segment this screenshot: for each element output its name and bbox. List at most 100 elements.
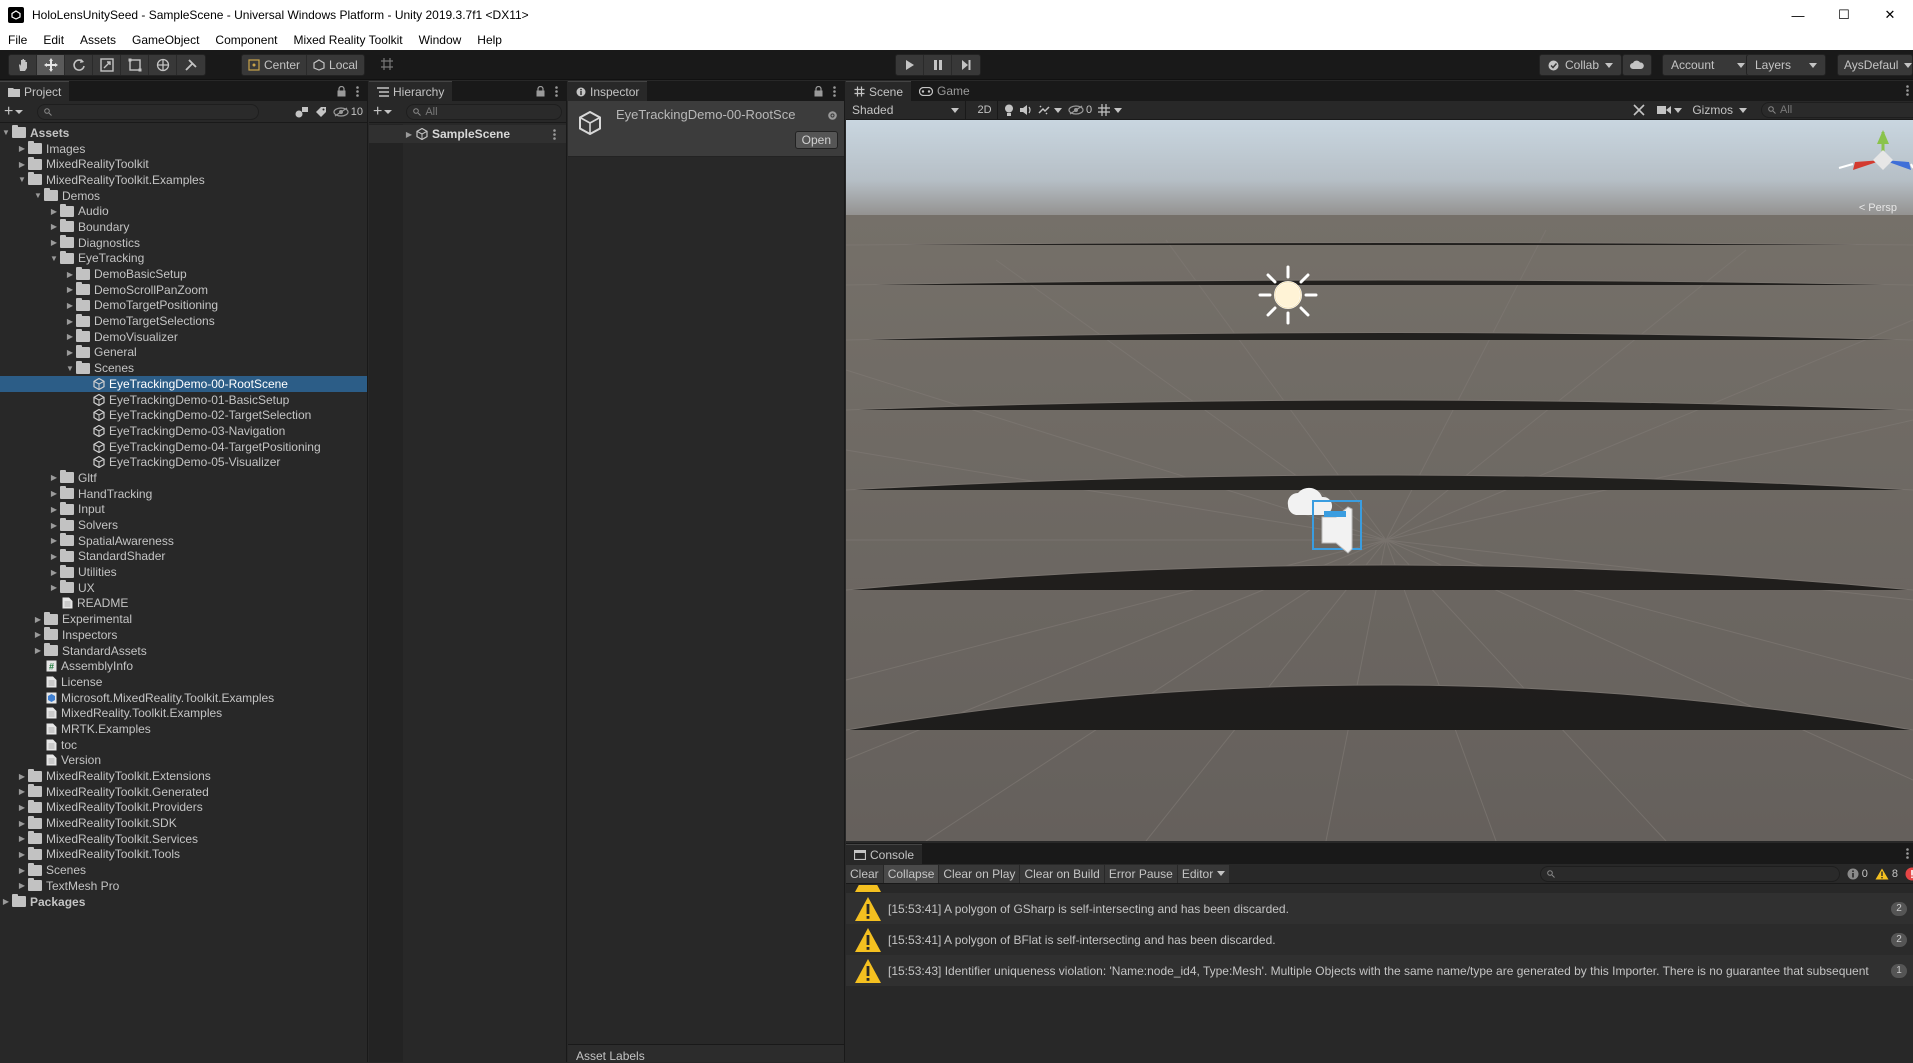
expand-arrow-icon[interactable]: ▶ xyxy=(16,799,28,815)
expand-arrow-icon[interactable]: ▶ xyxy=(0,894,12,910)
shading-mode-dropdown[interactable]: Shaded xyxy=(846,101,966,120)
open-button[interactable]: Open xyxy=(795,131,838,149)
lock-icon[interactable] xyxy=(337,86,346,97)
tree-asset-item[interactable]: EyeTrackingDemo-00-RootScene xyxy=(0,376,367,392)
tree-folder-item[interactable]: ▶HandTracking xyxy=(0,486,367,502)
expand-arrow-icon[interactable]: ▶ xyxy=(16,846,28,862)
scale-tool-button[interactable] xyxy=(93,55,121,75)
filter-by-type-icon[interactable] xyxy=(295,106,309,118)
expand-arrow-icon[interactable]: ▶ xyxy=(48,501,60,517)
kebab-menu-icon[interactable] xyxy=(356,86,359,97)
tree-asset-item[interactable]: MRTK.Examples xyxy=(0,721,367,737)
tree-asset-item[interactable]: #AssemblyInfo xyxy=(0,658,367,674)
tree-asset-item[interactable]: License xyxy=(0,674,367,690)
expand-arrow-icon[interactable]: ▶ xyxy=(32,627,44,643)
custom-tool-button[interactable] xyxy=(177,55,205,75)
expand-arrow-icon[interactable]: ▶ xyxy=(16,768,28,784)
editor-dropdown[interactable]: Editor xyxy=(1178,865,1229,883)
layers-dropdown[interactable]: Layers xyxy=(1746,54,1826,76)
menu-file[interactable]: File xyxy=(0,30,35,50)
expand-arrow-icon[interactable]: ▶ xyxy=(48,486,60,502)
scene-viewport[interactable]: < Persp xyxy=(846,120,1913,841)
expand-arrow-icon[interactable]: ▶ xyxy=(48,548,60,564)
tree-folder-item[interactable]: ▶General xyxy=(0,345,367,361)
grid-snap-button[interactable] xyxy=(373,54,401,74)
tree-folder-item[interactable]: ▶Solvers xyxy=(0,517,367,533)
tree-folder-item[interactable]: ▶MixedRealityToolkit.Tools xyxy=(0,847,367,863)
2d-toggle[interactable]: 2D xyxy=(972,101,998,120)
tree-asset-item[interactable]: README xyxy=(0,596,367,612)
info-filter-toggle[interactable]: 0 xyxy=(1847,868,1868,880)
collapse-arrow-icon[interactable]: ▼ xyxy=(64,360,76,376)
tree-folder-item[interactable]: ▶MixedRealityToolkit.Providers xyxy=(0,800,367,816)
expand-arrow-icon[interactable]: ▶ xyxy=(48,564,60,580)
tree-asset-item[interactable]: EyeTrackingDemo-03-Navigation xyxy=(0,423,367,439)
clear-button[interactable]: Clear xyxy=(846,865,883,883)
tree-folder-item[interactable]: ▶StandardAssets xyxy=(0,643,367,659)
expand-arrow-icon[interactable]: ▶ xyxy=(64,329,76,345)
tree-folder-item[interactable]: ▶DemoTargetPositioning xyxy=(0,298,367,314)
rect-tool-button[interactable] xyxy=(121,55,149,75)
scene-search-input[interactable]: All xyxy=(1761,102,1913,118)
cloud-button[interactable] xyxy=(1622,54,1652,76)
tree-folder-item[interactable]: ▶MixedRealityToolkit.Extensions xyxy=(0,768,367,784)
tree-folder-item[interactable]: ▼Scenes xyxy=(0,360,367,376)
menu-edit[interactable]: Edit xyxy=(35,30,72,50)
tree-folder-item[interactable]: ▶MixedRealityToolkit xyxy=(0,156,367,172)
expand-arrow-icon[interactable]: ▶ xyxy=(48,533,60,549)
tree-folder-item[interactable]: ▼MixedRealityToolkit.Examples xyxy=(0,172,367,188)
tree-folder-item[interactable]: ▶MixedRealityToolkit.Services xyxy=(0,831,367,847)
clear-on-play-toggle[interactable]: Clear on Play xyxy=(939,865,1019,883)
collab-dropdown[interactable]: Collab xyxy=(1539,54,1622,76)
hierarchy-create-button[interactable]: + xyxy=(373,103,392,121)
minimize-button[interactable]: — xyxy=(1775,0,1821,30)
tree-folder-item[interactable]: ▶Packages xyxy=(0,894,367,910)
tree-folder-item[interactable]: ▶Input xyxy=(0,502,367,518)
account-dropdown[interactable]: Account xyxy=(1662,54,1754,76)
transform-tool-button[interactable] xyxy=(149,55,177,75)
expand-arrow-icon[interactable]: ▶ xyxy=(16,784,28,800)
console-message-row[interactable]: [15:53:41] A polygon of BFlat is self-in… xyxy=(846,924,1913,955)
project-search-input[interactable] xyxy=(37,104,259,120)
kebab-menu-icon[interactable] xyxy=(555,86,558,97)
tree-asset-item[interactable]: EyeTrackingDemo-01-BasicSetup xyxy=(0,392,367,408)
expand-arrow-icon[interactable]: ▶ xyxy=(64,344,76,360)
expand-arrow-icon[interactable]: ▶ xyxy=(16,815,28,831)
layout-dropdown[interactable]: AysDefaul xyxy=(1837,54,1913,76)
tree-folder-item[interactable]: ▶Audio xyxy=(0,203,367,219)
tree-asset-item[interactable]: EyeTrackingDemo-02-TargetSelection xyxy=(0,407,367,423)
tree-folder-item[interactable]: ▶Gltf xyxy=(0,470,367,486)
expand-arrow-icon[interactable]: ▶ xyxy=(48,235,60,251)
tree-folder-item[interactable]: ▶Inspectors xyxy=(0,627,367,643)
menu-component[interactable]: Component xyxy=(207,30,285,50)
collapse-arrow-icon[interactable]: ▼ xyxy=(0,125,12,141)
hand-tool-button[interactable] xyxy=(9,55,37,75)
gizmos-dropdown[interactable]: Gizmos xyxy=(1692,103,1747,117)
expand-arrow-icon[interactable]: ▶ xyxy=(16,862,28,878)
lock-icon[interactable] xyxy=(536,86,545,97)
lock-icon[interactable] xyxy=(814,86,823,97)
scene-row[interactable]: ▶ SampleScene xyxy=(369,125,566,143)
expand-arrow-icon[interactable]: ▶ xyxy=(32,611,44,627)
orientation-gizmo[interactable] xyxy=(1833,124,1913,196)
tools-icon[interactable] xyxy=(1633,104,1645,116)
collapse-arrow-icon[interactable]: ▼ xyxy=(32,188,44,204)
label-icon[interactable] xyxy=(315,106,327,118)
error-pause-toggle[interactable]: Error Pause xyxy=(1105,865,1177,883)
directional-light-icon[interactable] xyxy=(1260,267,1316,323)
tab-project[interactable]: Project xyxy=(0,81,69,101)
play-button[interactable] xyxy=(896,55,924,75)
expand-arrow-icon[interactable]: ▶ xyxy=(48,580,60,596)
pivot-space-button[interactable]: Local xyxy=(307,55,364,75)
gear-icon[interactable] xyxy=(827,110,838,121)
tree-folder-item[interactable]: ▶DemoBasicSetup xyxy=(0,266,367,282)
console-search-input[interactable] xyxy=(1540,866,1840,882)
tree-asset-item[interactable]: Version xyxy=(0,753,367,769)
tree-folder-item[interactable]: ▶Experimental xyxy=(0,611,367,627)
menu-help[interactable]: Help xyxy=(469,30,510,50)
tree-folder-item[interactable]: ▶DemoScrollPanZoom xyxy=(0,282,367,298)
projection-toggle[interactable]: < Persp xyxy=(1859,202,1897,214)
tree-asset-item[interactable]: Microsoft.MixedReality.Toolkit.Examples xyxy=(0,690,367,706)
tree-folder-item[interactable]: ▼Assets xyxy=(0,125,367,141)
expand-arrow-icon[interactable]: ▶ xyxy=(16,141,28,157)
